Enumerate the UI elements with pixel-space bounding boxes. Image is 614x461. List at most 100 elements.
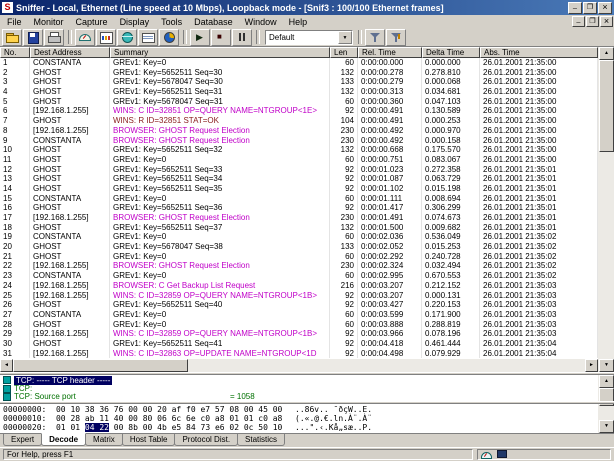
frame-row[interactable]: 6[192.168.1.255]WINS: C ID=32851 OP=QUER… xyxy=(0,106,598,116)
frame-row[interactable]: 18GHOSTGREv1: Key=5652511 Seq=371320:00:… xyxy=(0,223,598,233)
menu-window[interactable]: Window xyxy=(239,17,283,27)
frame-no: 24 xyxy=(0,281,30,291)
scroll-down-icon[interactable]: ▼ xyxy=(599,359,614,372)
menu-capture[interactable]: Capture xyxy=(70,17,114,27)
save-button[interactable] xyxy=(23,29,43,46)
lower-scroll-down-icon[interactable]: ▼ xyxy=(599,420,614,433)
frame-row[interactable]: 20GHOSTGREv1: Key=5678047 Seq=381330:00:… xyxy=(0,242,598,252)
frame-row[interactable]: 28GHOSTGREv1: Key=0600:00:03.8880.288.81… xyxy=(0,320,598,330)
delta-time: 0.000.068 xyxy=(422,77,480,87)
globe-button[interactable] xyxy=(117,29,137,46)
column-header-rel-time[interactable]: Rel. Time xyxy=(358,47,422,58)
frame-row[interactable]: 4GHOSTGREv1: Key=5652511 Seq=311320:00:0… xyxy=(0,87,598,97)
column-header-dest-address[interactable]: Dest Address xyxy=(30,47,110,58)
tab-statistics[interactable]: Statistics xyxy=(237,434,285,446)
maximize-button[interactable] xyxy=(583,2,597,14)
abs-time: 26.01.2001 21:35:02 xyxy=(480,232,598,242)
frame-row[interactable]: 3GHOSTGREv1: Key=5678047 Seq=301330:00:0… xyxy=(0,77,598,87)
menu-database[interactable]: Database xyxy=(188,17,239,27)
len: 92 xyxy=(330,184,358,194)
dashboard-button[interactable] xyxy=(75,29,95,46)
mdi-close-button[interactable] xyxy=(600,16,613,27)
frame-row[interactable]: 8[192.168.1.255]BROWSER: GHOST Request E… xyxy=(0,126,598,136)
tab-protocol-dist[interactable]: Protocol Dist. xyxy=(174,434,238,446)
column-header-summary[interactable]: Summary xyxy=(110,47,330,58)
tab-matrix[interactable]: Matrix xyxy=(85,434,123,446)
menu-help[interactable]: Help xyxy=(283,17,314,27)
frame-row[interactable]: 16GHOSTGREv1: Key=5652511 Seq=36920:00:0… xyxy=(0,203,598,213)
menu-tools[interactable]: Tools xyxy=(155,17,188,27)
menu-file[interactable]: File xyxy=(1,17,28,27)
profile-select[interactable]: Default xyxy=(265,30,353,45)
frame-row[interactable]: 15CONSTANTAGREv1: Key=0600:00:01.1110.00… xyxy=(0,194,598,204)
frame-row[interactable]: 7GHOSTWINS: R ID=32851 STAT=OK1040:00:00… xyxy=(0,116,598,126)
frame-no: 16 xyxy=(0,203,30,213)
scroll-up-icon[interactable]: ▲ xyxy=(599,47,614,60)
scroll-left-icon[interactable]: ◄ xyxy=(0,359,13,372)
tab-decode[interactable]: Decode xyxy=(41,433,86,446)
frame-row[interactable]: 24[192.168.1.255]BROWSER: C Get Backup L… xyxy=(0,281,598,291)
frame-row[interactable]: 14GHOSTGREv1: Key=5652511 Seq=35920:00:0… xyxy=(0,184,598,194)
rel-time: 0:00:01.102 xyxy=(358,184,422,194)
frame-row[interactable]: 1CONSTANTAGREv1: Key=0600:00:00.0000.000… xyxy=(0,58,598,68)
vertical-scrollbar[interactable]: ▲ ▼ xyxy=(598,47,614,372)
summary: GREv1: Key=0 xyxy=(110,155,330,165)
frame-row[interactable]: 30GHOSTGREv1: Key=5652511 Seq=41920:00:0… xyxy=(0,339,598,349)
filter-edit-button[interactable] xyxy=(386,29,406,46)
mdi-restore-button[interactable] xyxy=(586,16,599,27)
abs-time: 26.01.2001 21:35:00 xyxy=(480,136,598,146)
close-button[interactable] xyxy=(598,2,612,14)
rel-time: 0:00:03.599 xyxy=(358,310,422,320)
frame-row[interactable]: 22[192.168.1.255]BROWSER: GHOST Request … xyxy=(0,261,598,271)
decode-line[interactable]: TCP: xyxy=(0,384,598,392)
minimize-button[interactable] xyxy=(568,2,582,14)
delta-time: 0.175.570 xyxy=(422,145,480,155)
protocol-pie-button[interactable] xyxy=(159,29,179,46)
host-table-button[interactable] xyxy=(138,29,158,46)
frame-row[interactable]: 17[192.168.1.255]BROWSER: GHOST Request … xyxy=(0,213,598,223)
frame-row[interactable]: 21GHOSTGREv1: Key=0600:00:02.2920.240.72… xyxy=(0,252,598,262)
frame-row[interactable]: 23CONSTANTAGREv1: Key=0600:00:02.9950.67… xyxy=(0,271,598,281)
frame-row[interactable]: 25[192.168.1.255]WINS: C ID=32859 OP=QUE… xyxy=(0,291,598,301)
hex-line[interactable]: 00000020: 01 01 04 22 00 8b 00 4b e5 84 … xyxy=(3,423,598,432)
frame-row[interactable]: 13GHOSTGREv1: Key=5652511 Seq=34920:00:0… xyxy=(0,174,598,184)
hex-line[interactable]: 00000000: 00 10 38 36 76 00 00 20 af f0 … xyxy=(3,405,598,414)
filter-button[interactable] xyxy=(365,29,385,46)
scroll-right-icon[interactable]: ► xyxy=(585,359,598,372)
capture-stop-button[interactable] xyxy=(211,29,231,46)
column-header-delta-time[interactable]: Delta Time xyxy=(422,47,480,58)
menu-monitor[interactable]: Monitor xyxy=(28,17,70,27)
bar-chart-button[interactable] xyxy=(96,29,116,46)
decode-line[interactable]: TCP: ----- TCP header ----- xyxy=(0,376,598,384)
vscroll-thumb[interactable] xyxy=(599,60,614,152)
lower-scroll-up-icon[interactable]: ▲ xyxy=(599,375,614,388)
frame-row[interactable]: 26GHOSTGREv1: Key=5652511 Seq=40920:00:0… xyxy=(0,300,598,310)
frame-row[interactable]: 11GHOSTGREv1: Key=0600:00:00.7510.083.06… xyxy=(0,155,598,165)
lower-vertical-scrollbar[interactable]: ▲ ▼ xyxy=(598,375,614,433)
capture-start-button[interactable] xyxy=(190,29,210,46)
print-button[interactable] xyxy=(44,29,64,46)
frame-row[interactable]: 29[192.168.1.255]WINS: C ID=32859 OP=QUE… xyxy=(0,329,598,339)
frame-row[interactable]: 9CONSTANTABROWSER: GHOST Request Electio… xyxy=(0,136,598,146)
horizontal-scrollbar[interactable]: ◄ ► xyxy=(0,359,598,372)
column-header-no[interactable]: No. xyxy=(0,47,30,58)
frame-row[interactable]: 5GHOSTGREv1: Key=5678047 Seq=31600:00:00… xyxy=(0,97,598,107)
frame-row[interactable]: 12GHOSTGREv1: Key=5652511 Seq=33920:00:0… xyxy=(0,165,598,175)
tab-expert[interactable]: Expert xyxy=(3,434,42,446)
open-button[interactable] xyxy=(2,29,22,46)
capture-pause-button[interactable] xyxy=(232,29,252,46)
column-header-abs-time[interactable]: Abs. Time xyxy=(480,47,598,58)
column-header-len[interactable]: Len xyxy=(330,47,358,58)
hscroll-thumb[interactable] xyxy=(13,359,188,372)
frame-row[interactable]: 10GHOSTGREv1: Key=5652511 Seq=321320:00:… xyxy=(0,145,598,155)
decode-line[interactable]: TCP: Source port= 1058 xyxy=(0,393,598,401)
frame-row[interactable]: 31[192.168.1.255]WINS: C ID=32863 OP=UPD… xyxy=(0,349,598,359)
chevron-down-icon[interactable] xyxy=(338,31,352,44)
menu-display[interactable]: Display xyxy=(114,17,156,27)
frame-row[interactable]: 27CONSTANTAGREv1: Key=0600:00:03.5990.17… xyxy=(0,310,598,320)
tab-host-table[interactable]: Host Table xyxy=(122,434,176,446)
mdi-minimize-button[interactable] xyxy=(572,16,585,27)
rel-time: 0:00:04.418 xyxy=(358,339,422,349)
frame-row[interactable]: 19CONSTANTAGREv1: Key=0600:00:02.0360.53… xyxy=(0,232,598,242)
frame-row[interactable]: 2GHOSTGREv1: Key=5652511 Seq=301320:00:0… xyxy=(0,68,598,78)
